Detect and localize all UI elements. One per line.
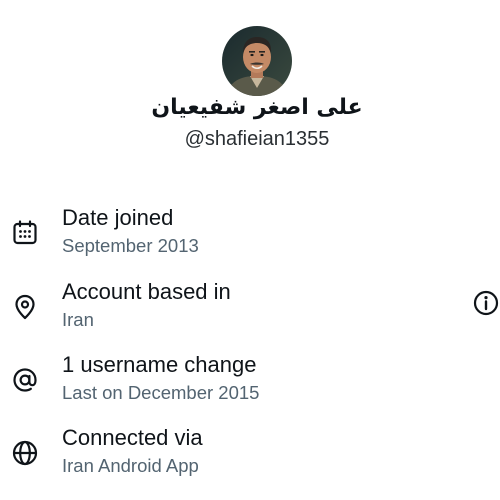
connected-via-value: Iran Android App xyxy=(62,455,199,476)
about-account-page: علی اصغر شفیعیان @shafieian1355 Date joi… xyxy=(0,0,500,500)
avatar[interactable] xyxy=(222,26,292,96)
username-change-label: 1 username change xyxy=(62,352,257,377)
globe-icon xyxy=(12,440,38,466)
username-change-row: 1 username change Last on December 2015 xyxy=(0,352,500,414)
account-based-in-row: Account based in Iran xyxy=(0,279,500,341)
avatar-photo xyxy=(222,26,292,96)
info-icon[interactable] xyxy=(472,289,500,317)
account-based-in-label: Account based in xyxy=(62,279,231,304)
at-sign-icon xyxy=(13,368,37,392)
connected-via-row: Connected via Iran Android App xyxy=(0,425,500,487)
username-change-value: Last on December 2015 xyxy=(62,382,260,403)
date-joined-label: Date joined xyxy=(62,205,174,230)
username-handle: @shafieian1355 xyxy=(184,128,330,150)
connected-via-label: Connected via xyxy=(62,425,203,450)
date-joined-value: September 2013 xyxy=(62,235,199,256)
location-pin-icon xyxy=(15,294,35,320)
account-based-in-value: Iran xyxy=(62,309,94,330)
calendar-icon xyxy=(13,220,37,245)
date-joined-row: Date joined September 2013 xyxy=(0,205,500,267)
display-name: علی اصغر شفیعیان xyxy=(151,95,363,120)
